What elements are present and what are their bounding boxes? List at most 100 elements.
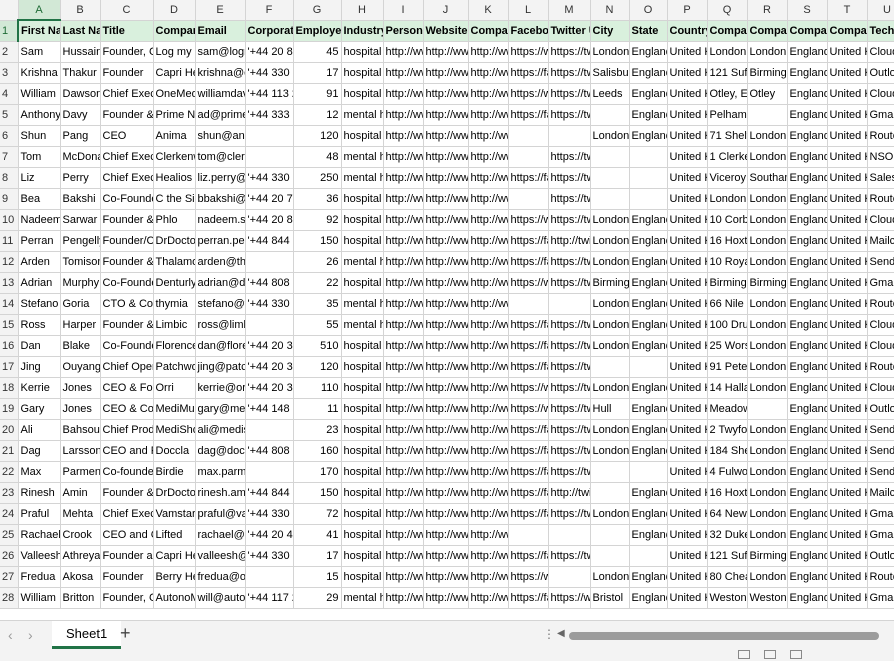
column-header-i[interactable]: I [383,0,424,21]
cell-q24[interactable]: 64 New Ca [707,503,748,525]
cell-r7[interactable]: London [747,146,788,168]
cell-h15[interactable]: mental hea [341,314,384,336]
cell-t10[interactable]: United Kin [827,209,868,231]
row-header-27[interactable]: 27 [0,566,19,588]
cell-h26[interactable]: hospital & [341,545,384,567]
cell-d1[interactable]: Company [153,20,196,42]
cell-s22[interactable]: England [787,461,828,483]
cell-n17[interactable] [590,356,630,378]
prev-sheet-icon[interactable]: ‹ [8,627,13,643]
cell-b11[interactable]: Pengelly [60,230,101,252]
row-header-23[interactable]: 23 [0,482,19,504]
cell-j17[interactable]: http://ww [423,356,469,378]
row-header-9[interactable]: 9 [0,188,19,210]
cell-p1[interactable]: Country [667,20,708,42]
cell-s12[interactable]: England [787,251,828,273]
cell-j6[interactable]: http://ww [423,125,469,147]
cell-a15[interactable]: Ross [18,314,61,336]
cell-r11[interactable]: London [747,230,788,252]
cell-b9[interactable]: Bakshi [60,188,101,210]
cell-m9[interactable]: https://twitter.com/cthesignsSy [548,188,591,210]
cell-o10[interactable]: England [629,209,668,231]
cell-f27[interactable] [245,566,294,588]
cell-f1[interactable]: Corporate # [245,20,294,42]
cell-s6[interactable]: England [787,125,828,147]
cell-u6[interactable]: Route 53, ( [867,125,894,147]
cell-m28[interactable]: https://wv [548,587,591,609]
cell-d2[interactable]: Log my Ca [153,41,196,63]
cell-e11[interactable]: perran.per [195,230,246,252]
cell-i20[interactable]: http://ww [383,419,424,441]
row-header-17[interactable]: 17 [0,356,19,378]
cell-o1[interactable]: State [629,20,668,42]
cell-g23[interactable]: 150 [293,482,342,504]
cell-h13[interactable]: hospital & [341,272,384,294]
column-header-a[interactable]: A [18,0,61,21]
cell-b18[interactable]: Jones [60,377,101,399]
column-header-f[interactable]: F [245,0,294,21]
cell-k9[interactable]: http://www.linkedin. [468,188,509,210]
cell-q5[interactable]: Pelham Road, Englanc [707,104,748,126]
cell-q27[interactable]: 80 Cheaps [707,566,748,588]
cell-b3[interactable]: Thakur [60,62,101,84]
cell-i15[interactable]: http://ww [383,314,424,336]
cell-m16[interactable]: https://tw [548,335,591,357]
cell-u14[interactable]: Route 53, ( [867,293,894,315]
cell-l5[interactable]: https://fac [508,104,549,126]
cell-k24[interactable]: http://ww [468,503,509,525]
cell-t7[interactable]: United Kin [827,146,868,168]
column-header-g[interactable]: G [293,0,342,21]
cell-e4[interactable]: williamdav [195,83,246,105]
cell-d20[interactable]: MediShout [153,419,196,441]
cell-q26[interactable]: 121 Suffol [707,545,748,567]
column-header-k[interactable]: K [468,0,509,21]
cell-k11[interactable]: http://ww [468,230,509,252]
cell-l20[interactable]: https://fac [508,419,549,441]
cell-u15[interactable]: Cloudflare [867,314,894,336]
cell-j26[interactable]: http://ww [423,545,469,567]
cell-c18[interactable]: CEO & Fou [100,377,154,399]
cell-q4[interactable]: Otley, Engl [707,83,748,105]
row-header-25[interactable]: 25 [0,524,19,546]
cell-t11[interactable]: United Kin [827,230,868,252]
row-header-10[interactable]: 10 [0,209,19,231]
cell-m22[interactable]: https://twitter.com/birdiecare [548,461,591,483]
cell-p20[interactable]: United Kin [667,419,708,441]
cell-o13[interactable]: England [629,272,668,294]
cell-d28[interactable]: AutonoMe [153,587,196,609]
cell-n24[interactable]: London [590,503,630,525]
cell-l16[interactable]: https://fac [508,335,549,357]
cell-l15[interactable]: https://fac [508,314,549,336]
cell-d5[interactable]: Prime Nurt [153,104,196,126]
cell-i23[interactable]: http://ww [383,482,424,504]
cell-u19[interactable]: Outlook, M [867,398,894,420]
cell-d13[interactable]: Denturly [153,272,196,294]
cell-p22[interactable]: United Kin [667,461,708,483]
cell-p27[interactable]: United Kin [667,566,708,588]
cell-m20[interactable]: https://tw [548,419,591,441]
cell-b6[interactable]: Pang [60,125,101,147]
cell-f28[interactable]: '+44 117 2 [245,587,294,609]
cell-r21[interactable]: London [747,440,788,462]
row-header-6[interactable]: 6 [0,125,19,147]
cell-s10[interactable]: England [787,209,828,231]
cell-q12[interactable]: 10 Royal S [707,251,748,273]
cell-i6[interactable]: http://ww [383,125,424,147]
cell-b1[interactable]: Last Name [60,20,101,42]
cell-r3[interactable]: Birminghai [747,62,788,84]
cell-u21[interactable]: Sendgrid, ( [867,440,894,462]
cell-f22[interactable] [245,461,294,483]
cell-b15[interactable]: Harper [60,314,101,336]
cell-n15[interactable]: London [590,314,630,336]
cell-c13[interactable]: Co-Founde [100,272,154,294]
cell-p14[interactable]: United Kin [667,293,708,315]
cell-c6[interactable]: CEO [100,125,154,147]
cell-h18[interactable]: hospital & [341,377,384,399]
cell-b2[interactable]: Hussain [60,41,101,63]
cell-n25[interactable] [590,524,630,546]
cell-t8[interactable]: United Kin [827,167,868,189]
row-header-4[interactable]: 4 [0,83,19,105]
cell-c9[interactable]: Co-Founde [100,188,154,210]
cell-n13[interactable]: Birminghai [590,272,630,294]
cell-f6[interactable] [245,125,294,147]
